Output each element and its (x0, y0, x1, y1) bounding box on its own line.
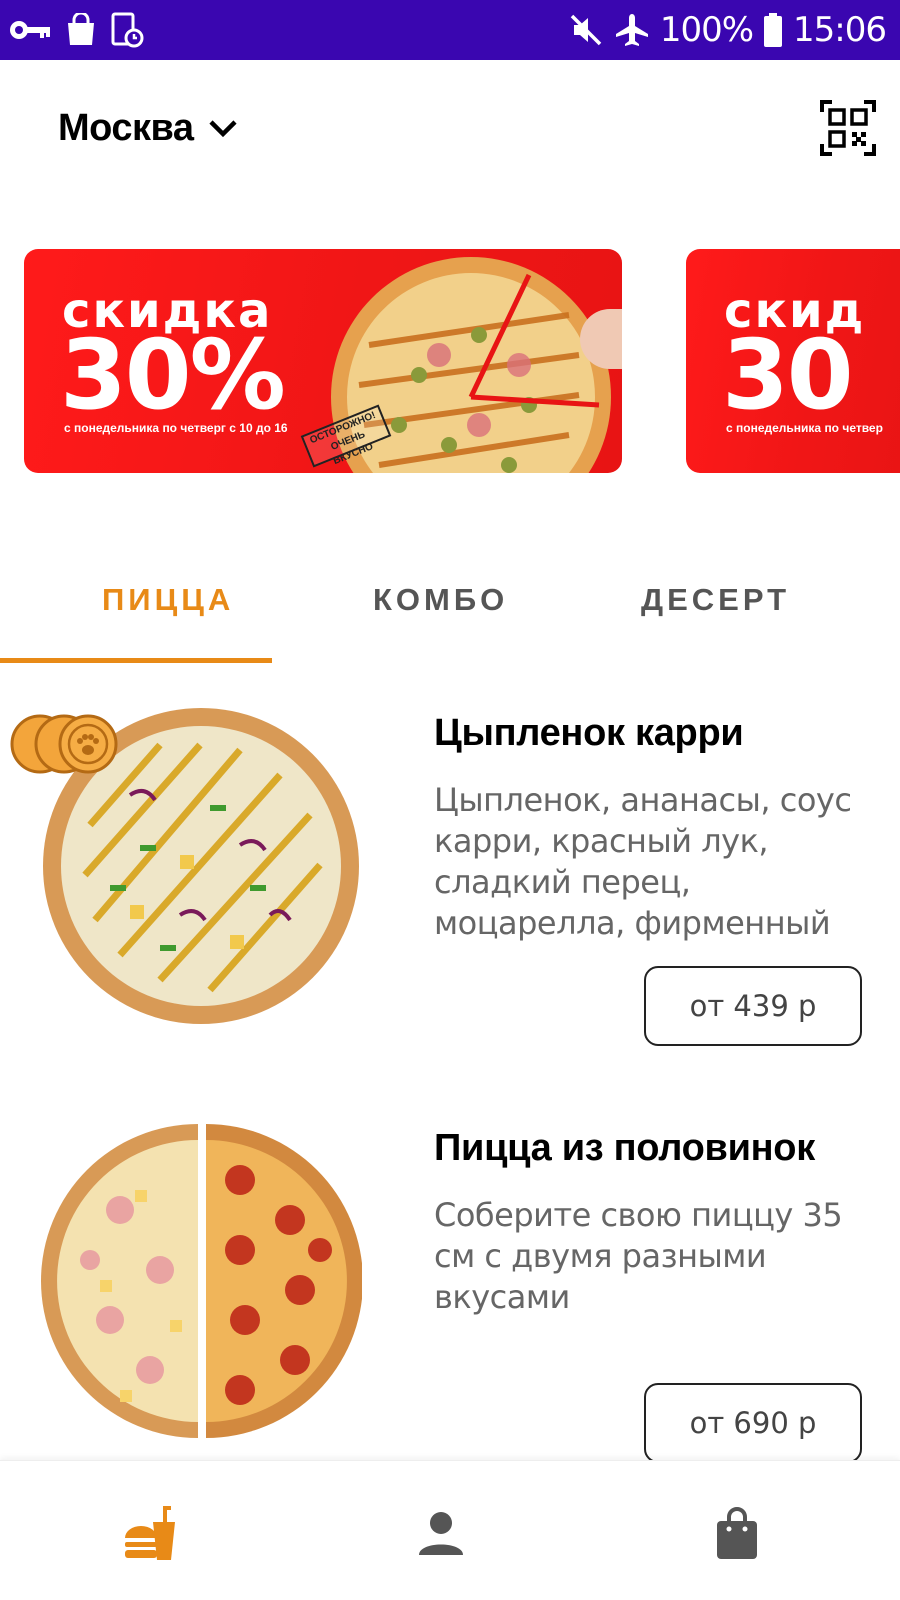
battery-percent: 100% (659, 10, 754, 50)
product-card[interactable]: Пицца из половинок Соберите свою пиццу 3… (0, 1115, 900, 1463)
chevron-down-icon (208, 120, 237, 138)
screen-record-icon (111, 12, 144, 48)
banner-discount: 30% (60, 319, 286, 431)
nav-cart[interactable] (702, 1499, 772, 1569)
tab-dessert[interactable]: ДЕСЕРТ (641, 582, 790, 618)
status-icons-right: 100% 15:06 (568, 8, 887, 52)
product-description: Цыпленок, ананасы, соус карри, красный л… (434, 781, 852, 942)
product-name: Цыпленок карри (434, 712, 744, 754)
airplane-icon (615, 14, 648, 46)
tab-combo[interactable]: КОМБО (373, 582, 508, 618)
product-image (41, 1124, 362, 1438)
cart-bag-icon (717, 1507, 757, 1559)
nav-menu[interactable] (116, 1499, 186, 1569)
price-button[interactable]: от 690 р (644, 1383, 862, 1463)
banner-caption: с понедельника по четверг с 10 до 16 (64, 421, 288, 435)
battery-icon (764, 13, 783, 47)
qr-scan-button[interactable] (820, 100, 876, 156)
banner-discount: 30 (722, 319, 854, 431)
price-button[interactable]: от 439 р (644, 966, 862, 1046)
product-card[interactable]: Цыпленок карри Цыпленок, ананасы, соус к… (0, 700, 900, 1060)
profile-icon (419, 1512, 463, 1555)
status-icons-left (8, 10, 144, 50)
promo-banner[interactable]: скидка 30% с понедельника по четверг с 1… (24, 249, 622, 473)
menu-food-icon (125, 1506, 175, 1560)
city-selector[interactable]: Москва (58, 100, 240, 156)
banner-caption: с понедельника по четвер (726, 421, 883, 435)
bottom-navigation (0, 1460, 900, 1600)
city-name: Москва (58, 106, 194, 149)
promo-banner-next[interactable]: скид 30 с понедельника по четвер (686, 249, 900, 473)
qr-code-icon (820, 100, 876, 156)
category-tabs: ПИЦЦА КОМБО ДЕСЕРТ (0, 560, 900, 663)
product-description: Соберите свою пиццу 35 см с двумя разным… (434, 1196, 843, 1316)
nav-profile[interactable] (406, 1499, 476, 1569)
key-icon (10, 21, 50, 39)
tab-pizza[interactable]: ПИЦЦА (102, 582, 234, 618)
mute-icon (570, 14, 602, 46)
tab-indicator (0, 658, 272, 663)
loyalty-coins-icon (10, 714, 118, 774)
status-bar: 100% 15:06 (0, 0, 900, 60)
product-name: Пицца из половинок (434, 1127, 815, 1169)
clock: 15:06 (793, 10, 887, 50)
shopping-bag-icon (68, 13, 94, 45)
